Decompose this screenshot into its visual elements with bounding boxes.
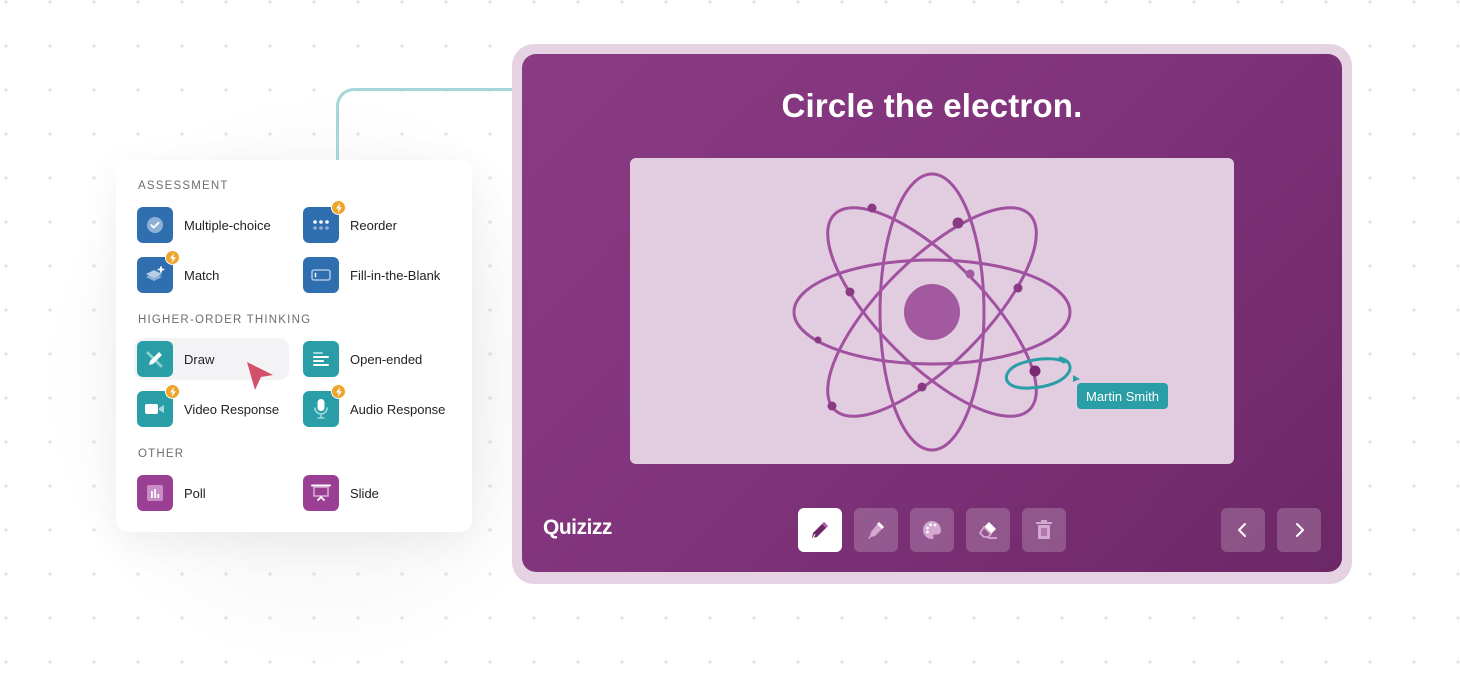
bar-chart-icon [137,475,173,511]
layers-plus-icon [137,250,180,293]
electron [845,287,855,297]
electron [827,401,837,411]
text-lines-icon [303,341,339,377]
connector-line [336,88,526,163]
marker-icon [868,522,884,539]
qtype-label: Multiple-choice [184,217,271,233]
quizizz-logo: Quizizz [543,516,612,539]
color-palette-button[interactable] [910,508,954,552]
chevron-left-icon [1238,523,1246,537]
chevron-right-icon [1296,523,1304,537]
qtype-audio-response[interactable]: Audio Response [303,384,463,430]
nucleus [904,284,960,340]
electron [1013,283,1023,293]
qtype-video-response[interactable]: Video Response [137,384,297,430]
premium-bolt-icon [165,384,180,399]
premium-bolt-icon [165,250,180,265]
electron [965,269,975,279]
microphone-icon [303,384,346,427]
participant-name-tag: Martin Smith [1077,383,1168,409]
qtype-poll[interactable]: Poll [137,472,293,514]
previous-slide-button[interactable] [1221,508,1265,552]
qtype-label: Open-ended [350,351,423,367]
qtype-slide[interactable]: Slide [303,472,459,514]
pencil-icon [812,522,828,539]
pencil-ruler-icon [137,341,173,377]
eraser-tool-button[interactable] [966,508,1010,552]
section-label-higher-order: HIGHER-ORDER THINKING [138,314,312,326]
qtype-fill-in-the-blank[interactable]: Fill-in-the-Blank [303,254,463,296]
pencil-tool-button[interactable] [798,508,842,552]
premium-bolt-icon [331,200,346,215]
electron [867,203,877,213]
qtype-label: Slide [350,485,379,501]
section-label-other: OTHER [138,448,185,460]
qtype-label: Draw [184,351,215,367]
trash-icon [1036,520,1052,539]
qtype-label: Match [184,267,220,283]
qtype-label: Video Response [184,401,280,417]
clear-canvas-button[interactable] [1022,508,1066,552]
qtype-label: Reorder [350,217,397,233]
slide-card: Circle the electron. Martin Smith Quiziz… [522,54,1342,572]
check-circle-icon [137,207,173,243]
qtype-label: Poll [184,485,206,501]
presentation-icon [303,475,339,511]
eraser-icon [978,522,997,539]
qtype-label: Fill-in-the-Blank [350,267,441,283]
electron [814,336,822,344]
qtype-open-ended[interactable]: Open-ended [303,338,459,380]
marker-tool-button[interactable] [854,508,898,552]
qtype-reorder[interactable]: Reorder [303,200,459,246]
next-slide-button[interactable] [1277,508,1321,552]
premium-bolt-icon [331,384,346,399]
section-label-assessment: ASSESSMENT [138,180,229,192]
electron [917,382,927,392]
electron [952,217,964,229]
question-title: Circle the electron. [781,87,1083,124]
dots-grid-icon [303,200,346,243]
palette-icon [923,521,941,539]
electron-target [1029,365,1041,377]
qtype-multiple-choice[interactable]: Multiple-choice [137,204,293,246]
drawing-canvas[interactable]: Martin Smith [630,158,1234,464]
qtype-match[interactable]: Match [137,250,293,296]
tag-pointer-icon [1073,375,1080,382]
video-camera-icon [137,384,180,427]
qtype-label: Audio Response [350,401,446,417]
atom-illustration [792,172,1080,452]
mouse-pointer-icon [247,362,273,390]
question-type-menu: ASSESSMENT Multiple-choice Reorder Match… [116,160,472,532]
text-box-icon [303,257,339,293]
